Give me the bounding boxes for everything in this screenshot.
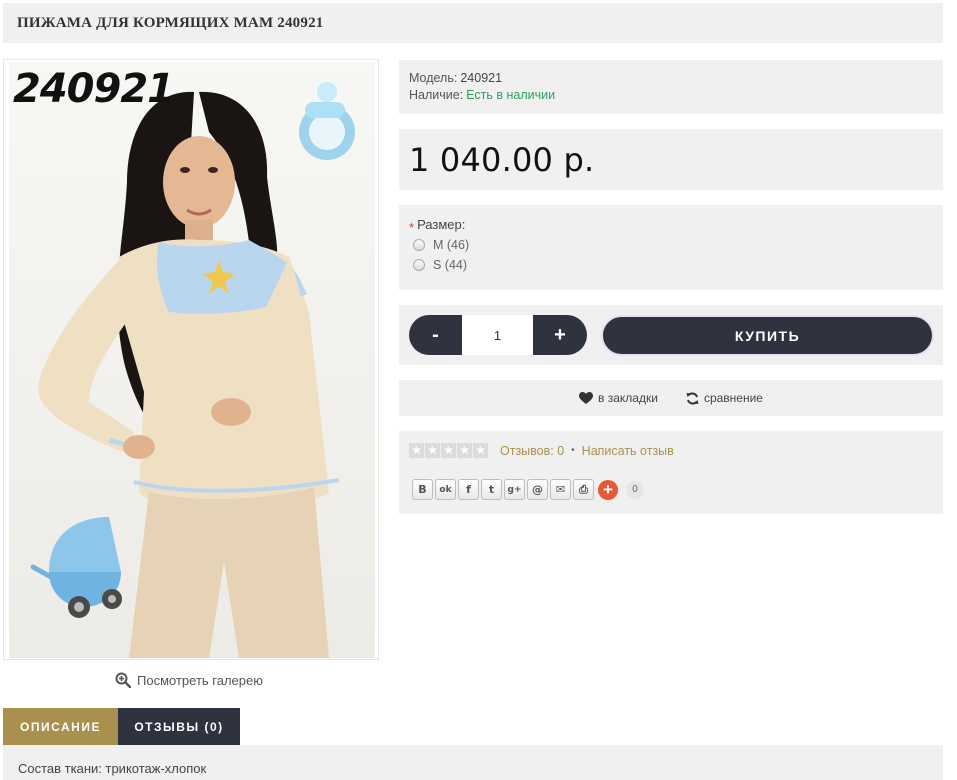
odnoklassniki-icon[interactable]: ok	[435, 479, 456, 500]
print-icon[interactable]: ⎙	[573, 479, 594, 500]
compare-label[interactable]: сравнение	[704, 391, 763, 405]
star-icon: ★	[441, 443, 456, 458]
product-info-panel: Модель: 240921 Наличие: Есть в наличии	[399, 60, 943, 114]
quantity-decrease-button[interactable]: -	[409, 315, 462, 355]
model-value: 240921	[460, 71, 503, 85]
availability-label: Наличие:	[409, 88, 464, 102]
zoom-in-icon	[115, 672, 131, 688]
reviews-count-link[interactable]: Отзывов: 0	[500, 444, 564, 458]
add-to-wishlist-link[interactable]: в закладки	[579, 391, 658, 405]
availability-value: Есть в наличии	[466, 88, 556, 102]
page-title: ПИЖАМА ДЛЯ КОРМЯЩИХ МАМ 240921	[17, 14, 324, 31]
separator-dot: •	[571, 445, 575, 456]
product-image-frame[interactable]: 240921	[3, 59, 379, 660]
fabric-composition-text: Состав ткани: трикотаж-хлопок	[18, 761, 207, 776]
star-icon: ★	[473, 443, 488, 458]
photo-product-code: 240921	[13, 66, 175, 112]
google-plus-icon[interactable]: g+	[504, 479, 525, 500]
model-row: Модель: 240921	[409, 70, 933, 87]
refresh-compare-icon	[686, 392, 699, 404]
size-option-label[interactable]: S (44)	[433, 258, 467, 272]
size-option-s[interactable]: S (44)	[409, 258, 933, 272]
wishlist-compare-panel: в закладки сравнение	[399, 380, 943, 416]
share-counter: 0	[626, 480, 644, 499]
tab-reviews[interactable]: ОТЗЫВЫ (0)	[118, 708, 240, 745]
star-icon: ★	[409, 443, 424, 458]
size-label: Размер:	[417, 217, 466, 232]
product-title-bar: ПИЖАМА ДЛЯ КОРМЯЩИХ МАМ 240921	[3, 3, 943, 43]
view-gallery-link[interactable]: Посмотреть галерею	[115, 672, 263, 688]
wishlist-label[interactable]: в закладки	[598, 391, 658, 405]
size-options-panel: * Размер: M (46) S (44)	[399, 205, 943, 290]
mail-ru-icon[interactable]: @	[527, 479, 548, 500]
rating-row: ★ ★ ★ ★ ★ Отзывов: 0 • Написать отзыв	[409, 443, 933, 458]
price-panel: 1 040.00 р.	[399, 129, 943, 190]
view-gallery-label[interactable]: Посмотреть галерею	[137, 673, 263, 688]
product-price: 1 040.00 р.	[409, 140, 595, 179]
write-review-link[interactable]: Написать отзыв	[582, 444, 674, 458]
size-option-label[interactable]: M (46)	[433, 238, 469, 252]
quantity-increase-button[interactable]: +	[533, 315, 587, 355]
stroller-icon	[30, 517, 122, 618]
availability-row: Наличие: Есть в наличии	[409, 87, 933, 104]
share-buttons: В ok f t g+ @ ✉ ⎙ + 0	[409, 479, 933, 500]
reviews-share-panel: ★ ★ ★ ★ ★ Отзывов: 0 • Написать отзыв В …	[399, 431, 943, 514]
product-photo[interactable]: 240921	[9, 62, 375, 658]
size-radio-m[interactable]	[413, 239, 425, 251]
size-radio-s[interactable]	[413, 259, 425, 271]
tab-description[interactable]: ОПИСАНИЕ	[3, 708, 118, 745]
required-marker: *	[409, 220, 415, 235]
rating-stars: ★ ★ ★ ★ ★	[409, 443, 488, 458]
twitter-icon[interactable]: t	[481, 479, 502, 500]
facebook-icon[interactable]: f	[458, 479, 479, 500]
vk-icon[interactable]: В	[412, 479, 433, 500]
add-to-compare-link[interactable]: сравнение	[686, 391, 763, 405]
star-icon: ★	[425, 443, 440, 458]
model-in-pajamas-illustration	[30, 82, 355, 658]
star-icon: ★	[457, 443, 472, 458]
pacifier-icon	[299, 82, 355, 160]
email-icon[interactable]: ✉	[550, 479, 571, 500]
model-label: Модель:	[409, 71, 458, 85]
purchase-panel: - + КУПИТЬ	[399, 305, 943, 365]
size-option-m[interactable]: M (46)	[409, 238, 933, 252]
description-panel: Состав ткани: трикотаж-хлопок	[3, 745, 943, 780]
buy-button[interactable]: КУПИТЬ	[601, 315, 934, 356]
size-label-row: * Размер:	[409, 217, 933, 235]
quantity-input[interactable]	[462, 315, 533, 355]
heart-icon	[579, 391, 594, 404]
share-more-icon[interactable]: +	[598, 479, 618, 500]
